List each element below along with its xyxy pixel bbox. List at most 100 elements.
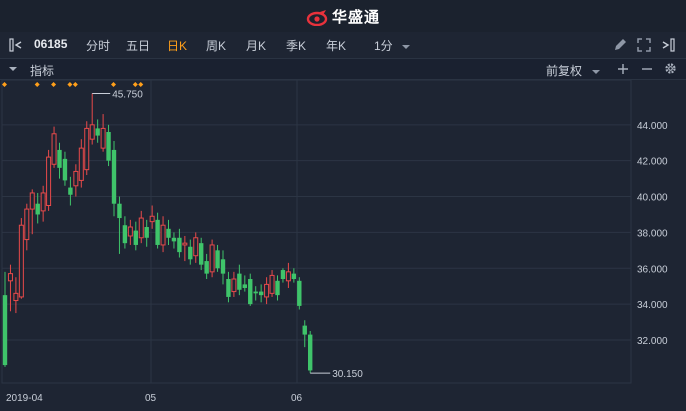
candle-body bbox=[258, 291, 264, 296]
tab-period-fenshi[interactable]: 分时 bbox=[86, 37, 110, 54]
candle-body bbox=[291, 273, 297, 280]
candle-body bbox=[166, 228, 171, 238]
tab-period-five-day[interactable]: 五日 bbox=[126, 37, 150, 54]
tab-period-month-k[interactable]: 月K bbox=[246, 37, 266, 54]
candle-body bbox=[188, 246, 193, 260]
add-indicator-icon[interactable] bbox=[617, 63, 629, 75]
tab-period-day-k[interactable]: 日K bbox=[167, 37, 187, 54]
collapse-panel-icon[interactable] bbox=[8, 37, 24, 53]
y-tick-label: 40.000 bbox=[637, 193, 668, 204]
candle-body bbox=[133, 230, 138, 245]
tab-period-quarter-k[interactable]: 季K bbox=[286, 37, 306, 54]
event-marker bbox=[67, 82, 73, 87]
y-tick-label: 32.000 bbox=[637, 336, 668, 347]
candle-body bbox=[155, 219, 160, 245]
chevron-down-icon bbox=[592, 69, 601, 74]
y-tick-label: 36.000 bbox=[637, 264, 668, 275]
x-tick-label: 05 bbox=[145, 393, 157, 404]
candle-body bbox=[89, 124, 95, 140]
candle-body bbox=[127, 226, 133, 237]
candle-body bbox=[226, 279, 231, 297]
x-tick-label: 2019-04 bbox=[6, 393, 43, 404]
candle-body bbox=[40, 192, 46, 212]
toolbar: 06185 分时 五日 日K 周K 月K 季K 年K 1分 bbox=[0, 32, 686, 59]
settings-gear-icon[interactable] bbox=[664, 62, 677, 75]
candle-body bbox=[95, 128, 100, 136]
high-price-label: 45.750 bbox=[112, 89, 143, 100]
event-marker bbox=[138, 82, 144, 87]
candle-body bbox=[35, 203, 40, 215]
candle-body bbox=[253, 291, 258, 294]
chevron-down-icon bbox=[402, 44, 411, 49]
app-brand: 华盛通 bbox=[0, 6, 686, 27]
candle-body bbox=[308, 334, 313, 371]
event-marker bbox=[2, 82, 7, 87]
candle-body bbox=[248, 279, 253, 305]
candle-body bbox=[285, 271, 291, 282]
candle-body bbox=[204, 261, 209, 274]
candle-body bbox=[62, 158, 68, 181]
candle-body bbox=[13, 292, 19, 302]
minute-period-label: 1分 bbox=[374, 39, 393, 53]
x-tick-label: 06 bbox=[291, 393, 303, 404]
candle-body bbox=[29, 192, 35, 210]
tab-period-week-k[interactable]: 周K bbox=[206, 37, 226, 54]
stock-code: 06185 bbox=[34, 37, 68, 51]
candle-body bbox=[51, 133, 57, 165]
y-tick-label: 44.000 bbox=[637, 121, 668, 132]
indicator-collapse-icon[interactable] bbox=[8, 65, 18, 73]
event-marker bbox=[111, 82, 116, 87]
y-tick-label: 38.000 bbox=[637, 228, 668, 239]
candle-body bbox=[160, 224, 166, 246]
candle-body bbox=[209, 244, 215, 273]
candle-body bbox=[138, 217, 144, 239]
low-price-label: 30.150 bbox=[332, 369, 363, 380]
candle-body bbox=[177, 237, 182, 253]
candle-body bbox=[84, 127, 90, 171]
candle-body bbox=[144, 227, 149, 238]
fullscreen-icon[interactable] bbox=[636, 37, 652, 53]
event-marker bbox=[132, 82, 138, 87]
y-tick-label: 34.000 bbox=[637, 300, 668, 311]
plot-frame bbox=[1, 80, 632, 384]
candle-body bbox=[220, 259, 226, 274]
candle-body bbox=[149, 215, 155, 223]
candle-body bbox=[24, 208, 30, 241]
candle-body bbox=[275, 280, 280, 296]
candle-body bbox=[100, 127, 106, 149]
candle-body bbox=[57, 149, 62, 168]
expand-panel-icon[interactable] bbox=[660, 37, 676, 53]
remove-indicator-icon[interactable] bbox=[641, 63, 653, 75]
event-marker bbox=[72, 82, 78, 87]
candle-body bbox=[280, 270, 286, 280]
candle-body bbox=[106, 131, 111, 161]
adjust-select[interactable]: 前复权 bbox=[546, 62, 601, 79]
candle-body bbox=[117, 203, 122, 219]
candle-body bbox=[182, 242, 188, 246]
candle-body bbox=[171, 237, 177, 242]
tab-period-year-k[interactable]: 年K bbox=[326, 37, 346, 54]
candle-body bbox=[46, 156, 52, 207]
candle-body bbox=[264, 283, 270, 298]
indicator-label[interactable]: 指标 bbox=[30, 62, 54, 79]
candle-body bbox=[111, 149, 117, 204]
candle-body bbox=[269, 274, 275, 294]
candle-body bbox=[193, 237, 199, 257]
adjust-select-label: 前复权 bbox=[546, 64, 583, 78]
app-logo-icon bbox=[306, 10, 328, 27]
candle-body bbox=[78, 147, 84, 181]
candle-body bbox=[231, 278, 237, 293]
candlestick-chart[interactable]: 44.000 42.000 40.000 38.000 36.000 34.000 32.0… bbox=[0, 80, 686, 411]
candle-body bbox=[302, 325, 307, 335]
candle-body bbox=[215, 250, 220, 269]
app-title: 华盛通 bbox=[331, 9, 380, 26]
candle-body bbox=[18, 224, 24, 298]
candle-body bbox=[7, 273, 13, 282]
candle-body bbox=[237, 273, 242, 290]
minute-period-select[interactable]: 1分 bbox=[374, 37, 411, 54]
candle-body bbox=[68, 187, 73, 195]
draw-pencil-icon[interactable] bbox=[612, 37, 628, 53]
y-tick-label: 42.000 bbox=[637, 157, 668, 168]
event-marker bbox=[34, 82, 40, 87]
indicator-bar: 指标 前复权 bbox=[0, 59, 686, 80]
